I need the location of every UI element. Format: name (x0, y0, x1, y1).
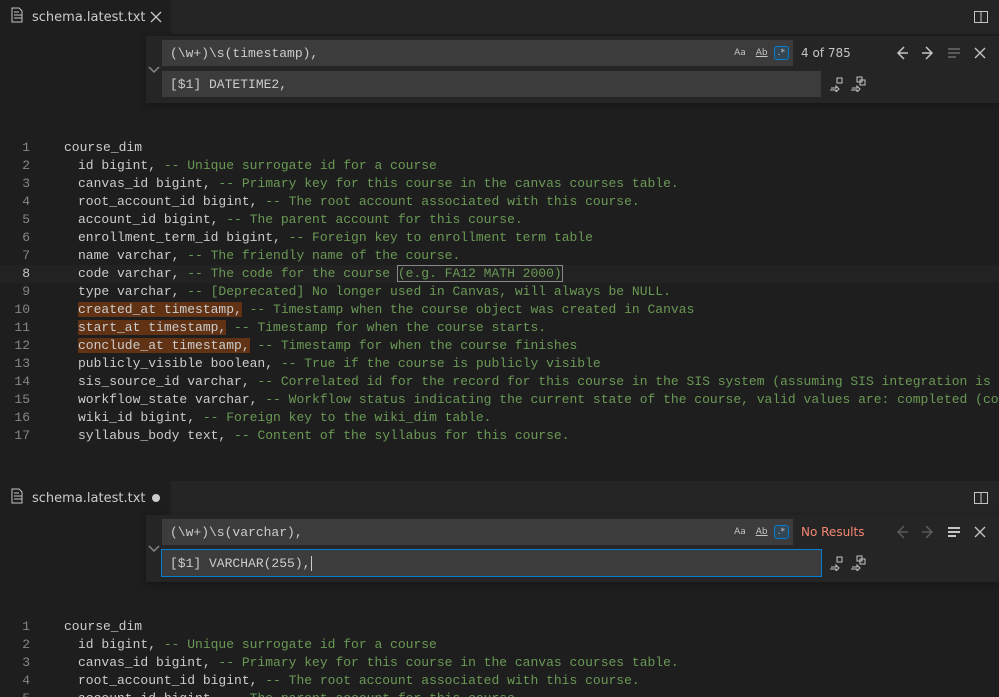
tab-bar: schema.latest.txt (0, 0, 999, 34)
find-input[interactable]: (\w+)\s(varchar), Aa Ab .* (162, 519, 793, 545)
match-case-toggle[interactable]: Aa (730, 525, 750, 539)
prev-match-icon[interactable] (891, 42, 913, 64)
match-count: 4 of 785 (799, 46, 885, 60)
code-line[interactable]: 2 id bigint, -- Unique surrogate id for … (0, 157, 999, 175)
editor-tab[interactable]: schema.latest.txt (0, 481, 171, 515)
code-line[interactable]: 1 course_dim (0, 618, 999, 636)
tab-bar: schema.latest.txt (0, 481, 999, 515)
line-number: 5 (0, 690, 50, 697)
code-line[interactable]: 10 created_at timestamp, -- Timestamp wh… (0, 301, 999, 319)
dirty-indicator-icon (151, 493, 161, 503)
replace-input[interactable]: [$1] DATETIME2, (162, 71, 821, 97)
replace-input[interactable]: [$1] VARCHAR(255), (162, 550, 821, 576)
close-search-icon[interactable] (969, 42, 991, 64)
code-line[interactable]: 9 type varchar, -- [Deprecated] No longe… (0, 283, 999, 301)
line-number: 2 (0, 157, 50, 175)
line-number: 17 (0, 427, 50, 445)
line-number: 5 (0, 211, 50, 229)
line-number: 10 (0, 301, 50, 319)
code-line[interactable]: 16 wiki_id bigint, -- Foreign key to the… (0, 409, 999, 427)
find-in-selection-icon[interactable] (943, 42, 965, 64)
file-icon (10, 7, 26, 27)
code-line[interactable]: 4 root_account_id bigint, -- The root ac… (0, 672, 999, 690)
code-line[interactable]: 17 syllabus_body text, -- Content of the… (0, 427, 999, 445)
code-line[interactable]: 8 code varchar, -- The code for the cour… (0, 265, 999, 283)
replace-one-icon[interactable] (827, 553, 845, 573)
line-number: 13 (0, 355, 50, 373)
line-number: 14 (0, 373, 50, 391)
code-line[interactable]: 13 publicly_visible boolean, -- True if … (0, 355, 999, 373)
replace-one-icon[interactable] (827, 74, 845, 94)
code-line[interactable]: 12 conclude_at timestamp, -- Timestamp f… (0, 337, 999, 355)
line-number: 7 (0, 247, 50, 265)
next-match-icon[interactable] (917, 521, 939, 543)
whole-word-toggle[interactable]: Ab (752, 525, 772, 539)
code-line[interactable]: 5 account_id bigint, -- The parent accou… (0, 690, 999, 697)
line-number: 3 (0, 175, 50, 193)
code-line[interactable]: 3 canvas_id bigint, -- Primary key for t… (0, 654, 999, 672)
close-search-icon[interactable] (969, 521, 991, 543)
toggle-replace-icon[interactable] (146, 40, 162, 97)
editor-body[interactable]: 1 course_dim 2 id bigint, -- Unique surr… (0, 582, 999, 697)
split-editor-icon[interactable] (971, 7, 991, 27)
code-line[interactable]: 2 id bigint, -- Unique surrogate id for … (0, 636, 999, 654)
prev-match-icon[interactable] (891, 521, 913, 543)
code-line[interactable]: 6 enrollment_term_id bigint, -- Foreign … (0, 229, 999, 247)
match-count: No Results (799, 525, 885, 539)
code-line[interactable]: 15 workflow_state varchar, -- Workflow s… (0, 391, 999, 409)
find-replace-widget: (\w+)\s(timestamp), Aa Ab .* 4 of 785 (146, 36, 999, 103)
code-line[interactable]: 14 sis_source_id varchar, -- Correlated … (0, 373, 999, 391)
line-number: 1 (0, 139, 50, 157)
line-number: 15 (0, 391, 50, 409)
split-editor-icon[interactable] (971, 488, 991, 508)
code-line[interactable]: 7 name varchar, -- The friendly name of … (0, 247, 999, 265)
next-match-icon[interactable] (917, 42, 939, 64)
line-number: 12 (0, 337, 50, 355)
editor-pane: schema.latest.txt (\w+)\s(varchar), Aa A… (0, 481, 999, 697)
code-line[interactable]: 5 account_id bigint, -- The parent accou… (0, 211, 999, 229)
tab-filename: schema.latest.txt (32, 10, 145, 25)
line-number: 4 (0, 193, 50, 211)
line-number: 4 (0, 672, 50, 690)
toggle-replace-icon[interactable] (146, 519, 162, 576)
line-number: 8 (0, 265, 50, 283)
editor-tab[interactable]: schema.latest.txt (0, 0, 171, 34)
find-in-selection-icon[interactable] (943, 521, 965, 543)
code-line[interactable]: 1 course_dim (0, 139, 999, 157)
line-number: 9 (0, 283, 50, 301)
editor-body[interactable]: 1 course_dim 2 id bigint, -- Unique surr… (0, 103, 999, 481)
code-line[interactable]: 3 canvas_id bigint, -- Primary key for t… (0, 175, 999, 193)
file-icon (10, 488, 26, 508)
regex-toggle[interactable]: .* (774, 525, 789, 539)
line-number: 11 (0, 319, 50, 337)
replace-all-icon[interactable] (849, 553, 867, 573)
close-tab-icon[interactable] (151, 12, 161, 22)
match-case-toggle[interactable]: Aa (730, 46, 750, 60)
regex-toggle[interactable]: .* (774, 46, 789, 60)
tab-filename: schema.latest.txt (32, 491, 145, 506)
line-number: 3 (0, 654, 50, 672)
line-number: 6 (0, 229, 50, 247)
editor-pane: schema.latest.txt (\w+)\s(timestamp), Aa… (0, 0, 999, 481)
code-line[interactable]: 11 start_at timestamp, -- Timestamp for … (0, 319, 999, 337)
code-line[interactable]: 4 root_account_id bigint, -- The root ac… (0, 193, 999, 211)
find-replace-widget: (\w+)\s(varchar), Aa Ab .* No Results (146, 515, 999, 582)
line-number: 1 (0, 618, 50, 636)
replace-all-icon[interactable] (849, 74, 867, 94)
line-number: 2 (0, 636, 50, 654)
whole-word-toggle[interactable]: Ab (752, 46, 772, 60)
find-input[interactable]: (\w+)\s(timestamp), Aa Ab .* (162, 40, 793, 66)
line-number: 16 (0, 409, 50, 427)
